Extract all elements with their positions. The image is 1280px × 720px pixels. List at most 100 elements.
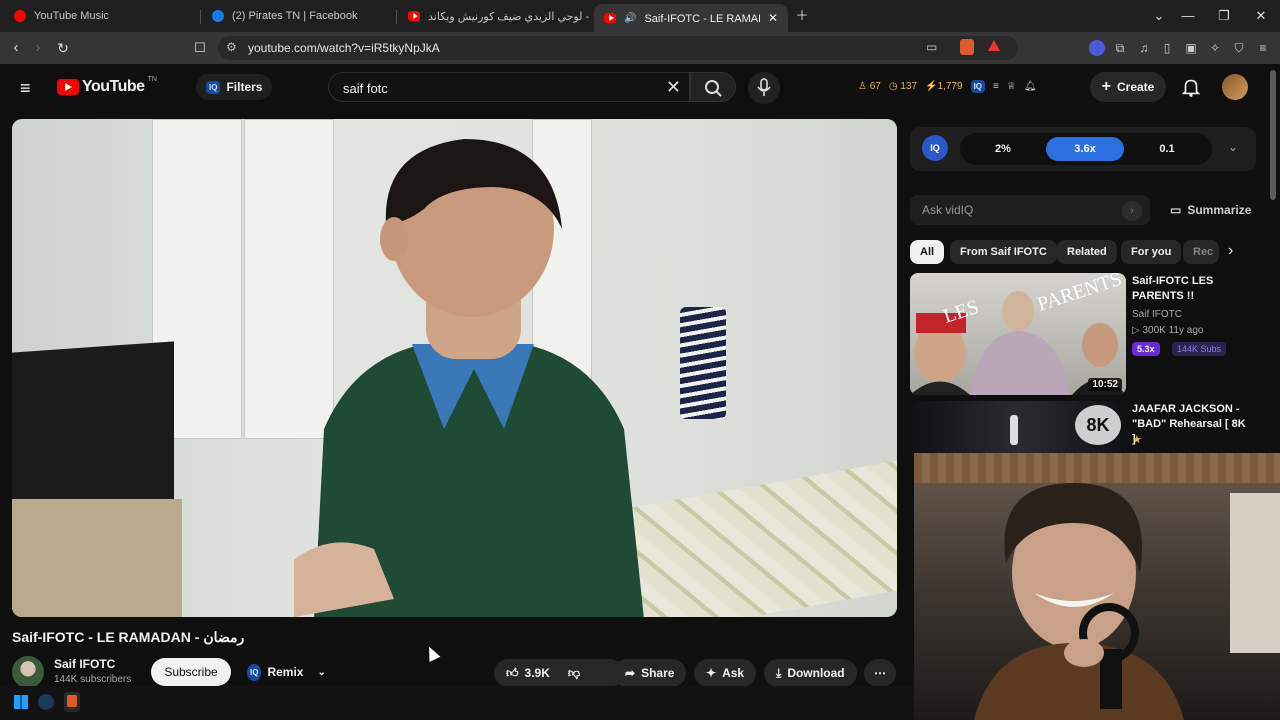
download-button[interactable]: ⤓ Download [764, 659, 857, 687]
reload-icon[interactable]: ↻ [53, 38, 73, 58]
plus-icon: + [1101, 78, 1111, 95]
youtube-play-icon [57, 79, 79, 95]
new-tab-icon[interactable]: ＋ [792, 6, 812, 26]
browser-tab-strip: YouTube Music (2) Pirates TN | Facebook … [0, 0, 1280, 32]
steam-icon[interactable] [38, 694, 54, 710]
ai-sparkle-icon[interactable]: ✧ [1207, 40, 1223, 56]
stat-likes: ♙ 67 [858, 81, 881, 92]
close-tab-icon[interactable]: ✕ [768, 11, 778, 25]
tv-stand [12, 499, 182, 617]
page-scrollbar[interactable] [1270, 70, 1276, 200]
recommendation-thumbnail[interactable]: LES PARENTS 10:52 [910, 273, 1126, 395]
vidiq-icon[interactable]: IQ [970, 80, 986, 93]
create-button[interactable]: + Create [1090, 72, 1166, 102]
stat-time: ◷ 137 [888, 81, 918, 92]
channel-avatar[interactable] [12, 656, 44, 688]
extensions-puzzle-icon[interactable]: ⧉ [1112, 40, 1128, 56]
ask-vidiq-input[interactable]: Ask vidIQ › [910, 195, 1150, 225]
back-icon[interactable]: ‹ [6, 38, 26, 58]
tab-title: YouTube Music [34, 10, 110, 22]
vidiq-views-multiplier-pill[interactable]: 3.6x [1046, 137, 1124, 161]
search-input[interactable]: saif fotc ✕ [328, 72, 690, 102]
streamer-figure [974, 483, 1184, 720]
vidiq-score-pill[interactable]: 0.1 [1128, 137, 1206, 161]
like-count: 3.9K [524, 666, 550, 680]
site-info-icon[interactable]: ⚙ [226, 40, 237, 54]
tab-youtube-music[interactable]: YouTube Music [4, 4, 196, 28]
more-actions-button[interactable]: ⋯ [864, 659, 896, 687]
list-icon[interactable]: ≡ [993, 81, 999, 92]
logo-country-code: TN [147, 75, 157, 83]
youtube-header: ≡ YouTube TN IQ Filters saif fotc ✕ ♙ 67… [0, 64, 1280, 110]
url-bar[interactable]: ⚙ youtube.com/watch?v=iR5tkyNpJkA ▭ [218, 36, 1018, 60]
chip-recent[interactable]: Rec [1183, 240, 1219, 264]
recommendation-title[interactable]: Saif-IFOTC LES PARENTS !! [1132, 274, 1250, 304]
sidebar-toggle-icon[interactable]: ▯ [1159, 40, 1175, 56]
close-window-icon[interactable]: ✕ [1251, 6, 1271, 26]
vidiq-badge-icon[interactable]: IQ [922, 135, 948, 161]
ask-vidiq-placeholder: Ask vidIQ [922, 203, 974, 217]
more-horizontal-icon: ⋯ [874, 666, 886, 680]
tab-title: لوجي الزيدي ضيف كورنيش ويكاند - be [428, 10, 592, 23]
chevron-right-icon[interactable]: › [1228, 242, 1233, 260]
chevron-down-icon: ⌄ [317, 666, 326, 678]
create-label: Create [1116, 80, 1155, 94]
video-player[interactable] [12, 119, 897, 617]
share-button[interactable]: ➦ Share [613, 659, 687, 687]
vidiq-subs-badge: 144K Subs [1172, 342, 1227, 356]
chip-for-you[interactable]: For you [1121, 240, 1182, 264]
book-icon: ▭ [1170, 203, 1182, 217]
forward-icon[interactable]: › [28, 38, 48, 58]
chip-all[interactable]: All [910, 240, 945, 264]
minimize-icon[interactable]: — [1178, 6, 1198, 26]
voice-search-button[interactable] [748, 72, 780, 104]
browser-menu-icon[interactable]: ≡ [1255, 40, 1271, 56]
summarize-button[interactable]: ▭ Summarize [1170, 203, 1251, 217]
recommendation-thumbnail[interactable]: 8K [910, 401, 1126, 453]
notifications-bell-icon[interactable] [1180, 76, 1202, 98]
hamburger-menu-icon[interactable]: ≡ [20, 78, 31, 99]
facebook-icon [212, 10, 224, 22]
tab-search-icon[interactable]: ⌄ [1149, 6, 1169, 26]
brave-rewards-icon[interactable] [988, 40, 1000, 51]
tab-facebook[interactable]: (2) Pirates TN | Facebook [202, 4, 394, 28]
vidiq-remix-button[interactable]: IQ Remix ⌄ [241, 658, 336, 686]
windows-start-icon[interactable] [14, 695, 28, 709]
recommendation-channel[interactable]: Saif IFOTC [1132, 309, 1182, 320]
cast-icon[interactable]: ▭ [926, 40, 937, 54]
vpn-shield-icon[interactable]: ⛉ [1231, 40, 1247, 56]
clear-search-icon[interactable]: ✕ [666, 77, 681, 98]
music-note-icon[interactable]: ♫ [1136, 40, 1152, 56]
youtube-logo[interactable]: YouTube TN [57, 75, 157, 96]
search-button[interactable] [690, 72, 736, 102]
tab-active-video[interactable]: 🔊 Saif-IFOTC - LE RAMADAN - ر ✕ [594, 4, 788, 32]
vidiq-engagement-pill[interactable]: 2% [964, 137, 1042, 161]
chip-related[interactable]: Related [1057, 240, 1117, 264]
chevron-down-icon[interactable]: ⌄ [1228, 140, 1238, 154]
taskbar-active-app[interactable] [64, 692, 80, 712]
account-avatar[interactable] [1222, 74, 1248, 100]
wallet-icon[interactable]: ▣ [1183, 40, 1199, 56]
ask-button[interactable]: ✦ Ask [694, 659, 757, 687]
extension-circle-icon[interactable] [1089, 40, 1105, 56]
chip-from-channel[interactable]: From Saif IFOTC [950, 240, 1057, 264]
recommendation-title[interactable]: JAAFAR JACKSON - "BAD" Rehearsal [ 8K ] [1132, 402, 1250, 447]
bookmark-icon[interactable]: ☐ [190, 38, 210, 58]
audio-icon: 🔊 [624, 12, 637, 24]
maximize-icon[interactable]: ❐ [1214, 6, 1234, 26]
thumbs-down-icon: 👎︎ [567, 665, 581, 680]
vidiq-stats: ♙ 67 ◷ 137 ⚡1,779 IQ ≡ ♕ 🔔︎ [858, 80, 1037, 93]
vidiq-icon: IQ [206, 80, 221, 94]
subscribe-button[interactable]: Subscribe [151, 658, 231, 686]
ask-label: Ask [722, 666, 745, 680]
tab-youtube-video-2[interactable]: لوجي الزيدي ضيف كورنيش ويكاند - be [398, 4, 592, 28]
brave-shield-icon[interactable] [960, 39, 974, 55]
vidiq-filters-button[interactable]: IQ Filters [196, 74, 273, 100]
award-icon[interactable]: ♕ [1007, 81, 1016, 92]
send-arrow-icon[interactable]: › [1122, 201, 1142, 221]
small-bell-icon[interactable]: 🔔︎ [1024, 81, 1037, 92]
like-button[interactable]: 👍︎ 3.9K [506, 666, 550, 681]
channel-name[interactable]: Saif IFOTC [54, 657, 115, 671]
dislike-button[interactable]: 👎︎ [568, 666, 580, 681]
subscriber-count: 144K subscribers [54, 674, 132, 685]
